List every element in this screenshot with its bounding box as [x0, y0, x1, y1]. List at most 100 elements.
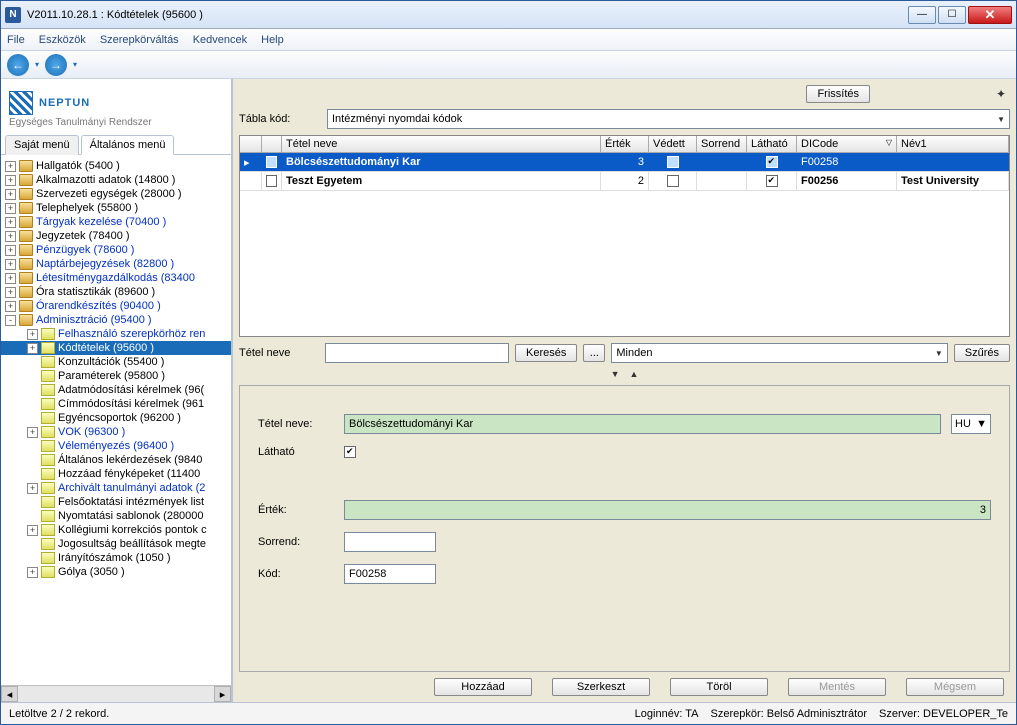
add-button[interactable]: Hozzáad — [434, 678, 532, 696]
splitter[interactable]: ▼ ▲ — [239, 369, 1010, 379]
filter-dropdown[interactable]: Minden ▼ — [611, 343, 947, 363]
tree-expander-icon[interactable]: + — [5, 245, 16, 256]
tree-item[interactable]: +Gólya (3050 ) — [1, 565, 231, 579]
checkbox-icon[interactable] — [266, 175, 277, 187]
tree-item[interactable]: Véleményezés (96400 ) — [1, 439, 231, 453]
minimize-button[interactable]: — — [908, 6, 936, 24]
col-visible[interactable]: Látható — [747, 136, 797, 152]
pin-icon[interactable]: ✦ — [992, 87, 1010, 101]
delete-button[interactable]: Töröl — [670, 678, 768, 696]
tree-item[interactable]: +Telephelyek (55800 ) — [1, 201, 231, 215]
menu-help[interactable]: Help — [261, 34, 284, 46]
tree-expander-icon[interactable]: + — [5, 231, 16, 242]
tree-item[interactable]: Egyéncsoportok (96200 ) — [1, 411, 231, 425]
checkbox-icon[interactable] — [766, 156, 778, 168]
tab-general-menu[interactable]: Általános menü — [81, 135, 175, 155]
tree-item[interactable]: +Felhasználó szerepkörhöz ren — [1, 327, 231, 341]
tree-item[interactable]: +Létesítménygazdálkodás (83400 — [1, 271, 231, 285]
titlebar[interactable]: N V2011.10.28.1 : Kódtételek (95600 ) — … — [1, 1, 1016, 29]
data-grid[interactable]: Tétel neve Érték Védett Sorrend Látható … — [239, 135, 1010, 337]
tree-expander-icon[interactable]: + — [27, 329, 38, 340]
tree-item[interactable]: Konzultációk (55400 ) — [1, 355, 231, 369]
tree-item[interactable]: Irányítószámok (1050 ) — [1, 551, 231, 565]
tree-expander-icon[interactable]: + — [5, 161, 16, 172]
tree-expander-icon[interactable]: + — [27, 427, 38, 438]
nav-forward-dropdown-icon[interactable]: ▾ — [73, 60, 77, 69]
tree-item[interactable]: +Jegyzetek (78400 ) — [1, 229, 231, 243]
tree-expander-icon[interactable]: + — [27, 343, 38, 354]
tablecode-dropdown[interactable]: Intézményi nyomdai kódok ▼ — [327, 109, 1010, 129]
nav-forward-button[interactable]: → — [45, 54, 67, 76]
detail-name-input[interactable] — [344, 414, 941, 434]
tree-item[interactable]: +Naptárbejegyzések (82800 ) — [1, 257, 231, 271]
checkbox-icon[interactable] — [667, 156, 679, 168]
checkbox-icon[interactable] — [766, 175, 778, 187]
col-value[interactable]: Érték — [601, 136, 649, 152]
table-row[interactable]: ▸Bölcsészettudományi Kar3F00258 — [240, 153, 1009, 172]
detail-value-input[interactable] — [344, 500, 991, 520]
col-order[interactable]: Sorrend — [697, 136, 747, 152]
tree-expander-icon[interactable]: + — [27, 525, 38, 536]
tree-item[interactable]: Nyomtatási sablonok (280000 — [1, 509, 231, 523]
scroll-left-icon[interactable]: ◂ — [1, 686, 18, 702]
tree-item[interactable]: +Pénzügyek (78600 ) — [1, 243, 231, 257]
search-input[interactable] — [325, 343, 509, 363]
detail-visible-checkbox[interactable] — [344, 446, 356, 458]
tree-expander-icon[interactable]: - — [5, 315, 16, 326]
cancel-button[interactable]: Mégsem — [906, 678, 1004, 696]
collapse-down-icon[interactable]: ▼ — [611, 369, 620, 379]
tree-item[interactable]: Jogosultság beállítások megte — [1, 537, 231, 551]
tree-expander-icon[interactable]: + — [5, 301, 16, 312]
tree-item[interactable]: +Alkalmazotti adatok (14800 ) — [1, 173, 231, 187]
tree-expander-icon[interactable]: + — [5, 189, 16, 200]
refresh-button[interactable]: Frissítés — [806, 85, 870, 103]
tree-item[interactable]: Paraméterek (95800 ) — [1, 369, 231, 383]
scroll-right-icon[interactable]: ▸ — [214, 686, 231, 702]
search-more-button[interactable]: ... — [583, 344, 605, 362]
close-button[interactable]: ✕ — [968, 6, 1012, 24]
maximize-button[interactable]: ☐ — [938, 6, 966, 24]
tree-item[interactable]: Hozzáad fényképeket (11400 — [1, 467, 231, 481]
tree-item[interactable]: Felsőoktatási intézmények list — [1, 495, 231, 509]
tree-expander-icon[interactable]: + — [27, 567, 38, 578]
tree-item[interactable]: +Hallgatók (5400 ) — [1, 159, 231, 173]
col-protected[interactable]: Védett — [649, 136, 697, 152]
filter-button[interactable]: Szűrés — [954, 344, 1010, 362]
search-button[interactable]: Keresés — [515, 344, 577, 362]
language-dropdown[interactable]: HU ▼ — [951, 414, 991, 434]
nav-back-button[interactable]: ← — [7, 54, 29, 76]
tree-expander-icon[interactable]: + — [5, 273, 16, 284]
nav-back-dropdown-icon[interactable]: ▾ — [35, 60, 39, 69]
collapse-up-icon[interactable]: ▲ — [630, 369, 639, 379]
tree-expander-icon[interactable]: + — [5, 287, 16, 298]
save-button[interactable]: Mentés — [788, 678, 886, 696]
tree-item[interactable]: Adatmódosítási kérelmek (96( — [1, 383, 231, 397]
tree-expander-icon[interactable]: + — [27, 483, 38, 494]
tree[interactable]: +Hallgatók (5400 )+Alkalmazotti adatok (… — [1, 155, 231, 685]
tree-item[interactable]: Címmódosítási kérelmek (961 — [1, 397, 231, 411]
checkbox-icon[interactable] — [266, 156, 277, 168]
detail-order-input[interactable] — [344, 532, 436, 552]
col-dicode[interactable]: DICode ▽ — [797, 136, 897, 152]
checkbox-icon[interactable] — [667, 175, 679, 187]
tree-item[interactable]: +Óra statisztikák (89600 ) — [1, 285, 231, 299]
tree-item[interactable]: Általános lekérdezések (9840 — [1, 453, 231, 467]
tree-item[interactable]: +VOK (96300 ) — [1, 425, 231, 439]
tree-item[interactable]: +Órarendkészítés (90400 ) — [1, 299, 231, 313]
tree-item[interactable]: +Tárgyak kezelése (70400 ) — [1, 215, 231, 229]
menu-roleswitch[interactable]: Szerepkörváltás — [100, 34, 179, 46]
tree-expander-icon[interactable]: + — [5, 259, 16, 270]
col-name[interactable]: Tétel neve — [282, 136, 601, 152]
tree-hscroll[interactable]: ◂ ▸ — [1, 685, 231, 702]
tab-own-menu[interactable]: Saját menü — [5, 135, 79, 155]
tree-expander-icon[interactable]: + — [5, 175, 16, 186]
tree-item[interactable]: +Kollégiumi korrekciós pontok c — [1, 523, 231, 537]
edit-button[interactable]: Szerkeszt — [552, 678, 650, 696]
tree-item[interactable]: +Archivált tanulmányi adatok (2 — [1, 481, 231, 495]
tree-item[interactable]: +Szervezeti egységek (28000 ) — [1, 187, 231, 201]
tree-expander-icon[interactable]: + — [5, 217, 16, 228]
tree-item[interactable]: +Kódtételek (95600 ) — [1, 341, 231, 355]
menu-file[interactable]: File — [7, 34, 25, 46]
detail-code-input[interactable] — [344, 564, 436, 584]
tree-expander-icon[interactable]: + — [5, 203, 16, 214]
